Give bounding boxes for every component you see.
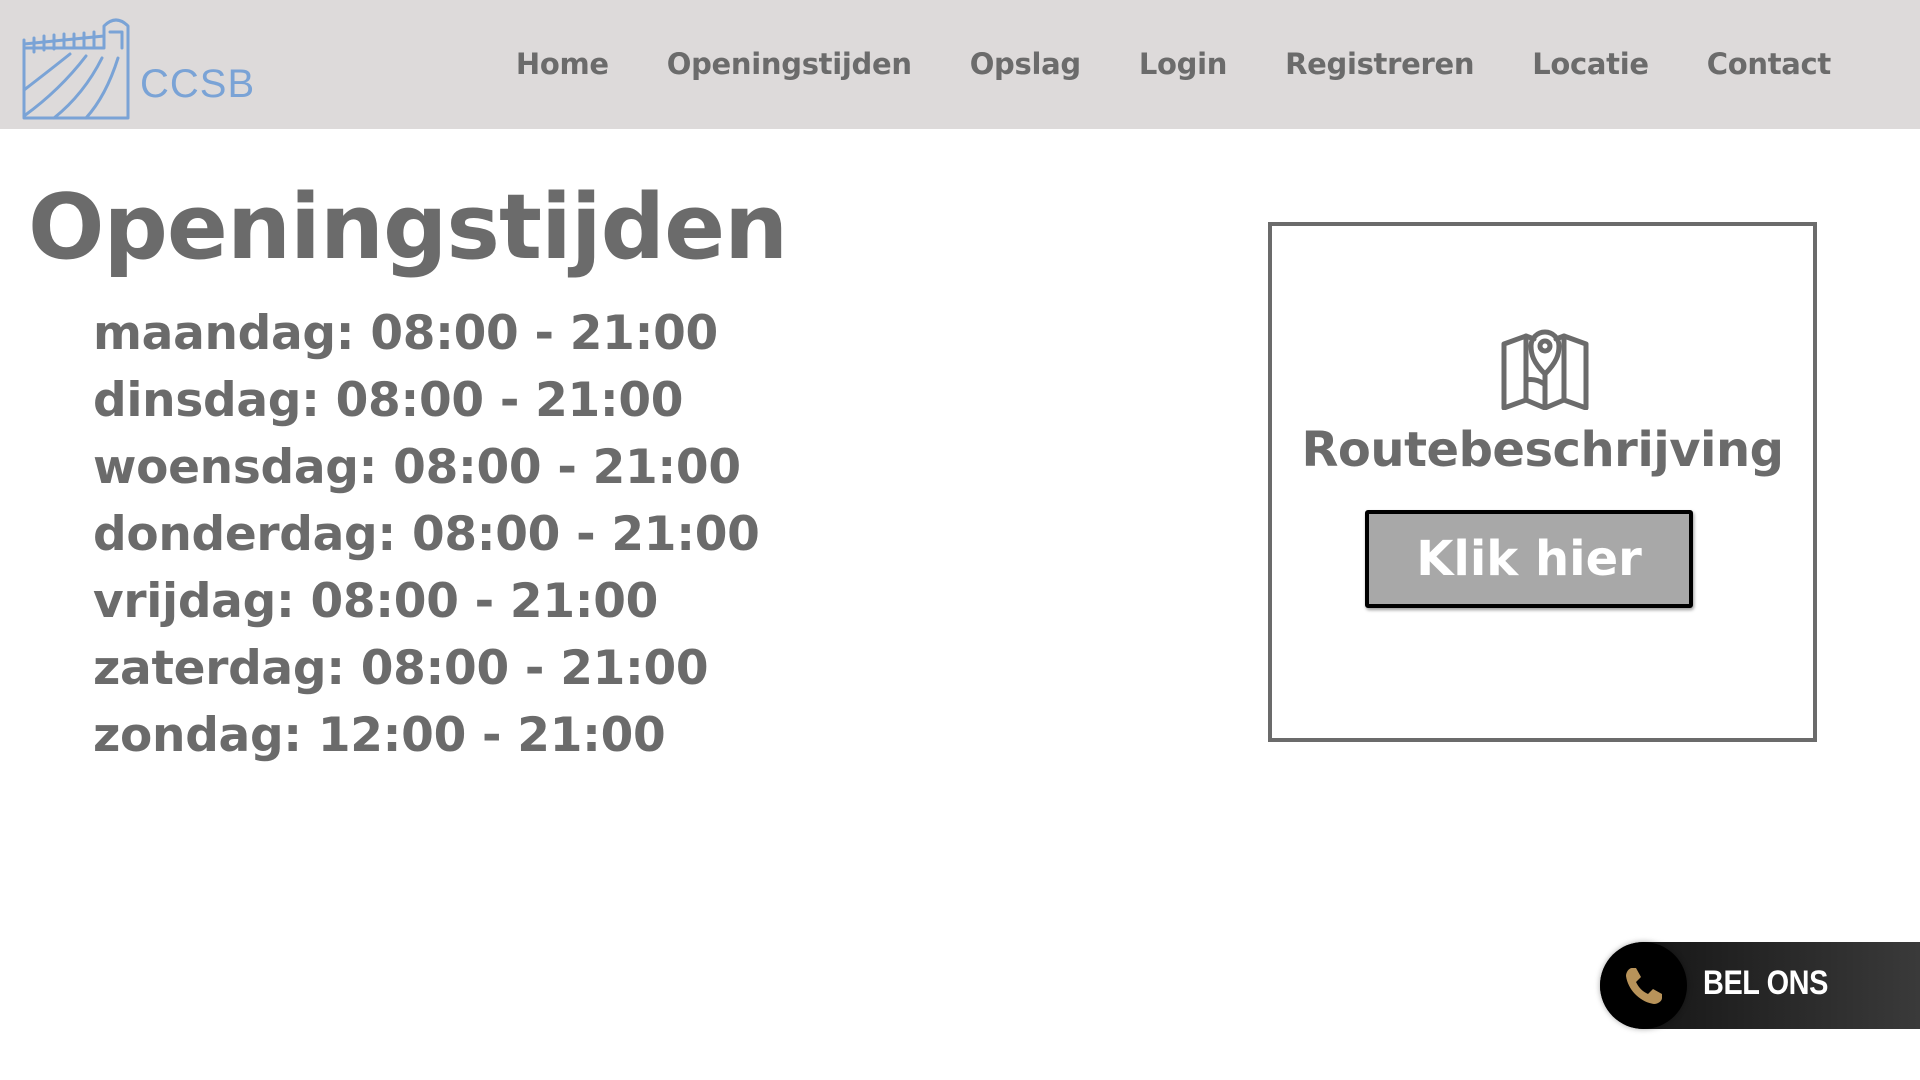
site-logo[interactable]: CCSB bbox=[20, 10, 254, 120]
nav-opslag[interactable]: Opslag bbox=[941, 47, 1110, 81]
call-us-bar[interactable]: BEL ONS bbox=[1600, 942, 1920, 1029]
farm-logo-icon bbox=[22, 18, 130, 120]
site-header: CCSB Home Openingstijden Opslag Login Re… bbox=[0, 0, 1920, 129]
nav-locatie[interactable]: Locatie bbox=[1503, 47, 1678, 81]
call-us-label: BEL ONS bbox=[1703, 964, 1828, 1002]
nav-openingstijden[interactable]: Openingstijden bbox=[638, 47, 941, 81]
hours-wednesday: woensdag: 08:00 - 21:00 bbox=[93, 440, 741, 495]
nav-contact[interactable]: Contact bbox=[1678, 47, 1860, 81]
map-pin-icon bbox=[1501, 329, 1589, 410]
logo-text: CCSB bbox=[140, 62, 256, 106]
hours-monday: maandag: 08:00 - 21:00 bbox=[93, 306, 718, 361]
page-title: Openingstijden bbox=[28, 175, 788, 280]
hours-tuesday: dinsdag: 08:00 - 21:00 bbox=[93, 373, 684, 428]
nav-login[interactable]: Login bbox=[1110, 47, 1256, 81]
nav-home[interactable]: Home bbox=[487, 47, 638, 81]
route-card: Routebeschrijving Klik hier bbox=[1268, 222, 1817, 742]
nav-registreren[interactable]: Registreren bbox=[1256, 47, 1503, 81]
opening-hours-list: maandag: 08:00 - 21:00 dinsdag: 08:00 - … bbox=[93, 300, 760, 769]
hours-saturday: zaterdag: 08:00 - 21:00 bbox=[93, 641, 709, 696]
hours-sunday: zondag: 12:00 - 21:00 bbox=[93, 708, 666, 763]
main-nav: Home Openingstijden Opslag Login Registr… bbox=[487, 47, 1860, 81]
phone-button[interactable] bbox=[1600, 942, 1687, 1029]
hours-friday: vrijdag: 08:00 - 21:00 bbox=[93, 574, 659, 629]
route-button[interactable]: Klik hier bbox=[1365, 510, 1693, 608]
route-title: Routebeschrijving bbox=[1301, 422, 1784, 478]
phone-icon bbox=[1626, 968, 1662, 1004]
hours-thursday: donderdag: 08:00 - 21:00 bbox=[93, 507, 760, 562]
